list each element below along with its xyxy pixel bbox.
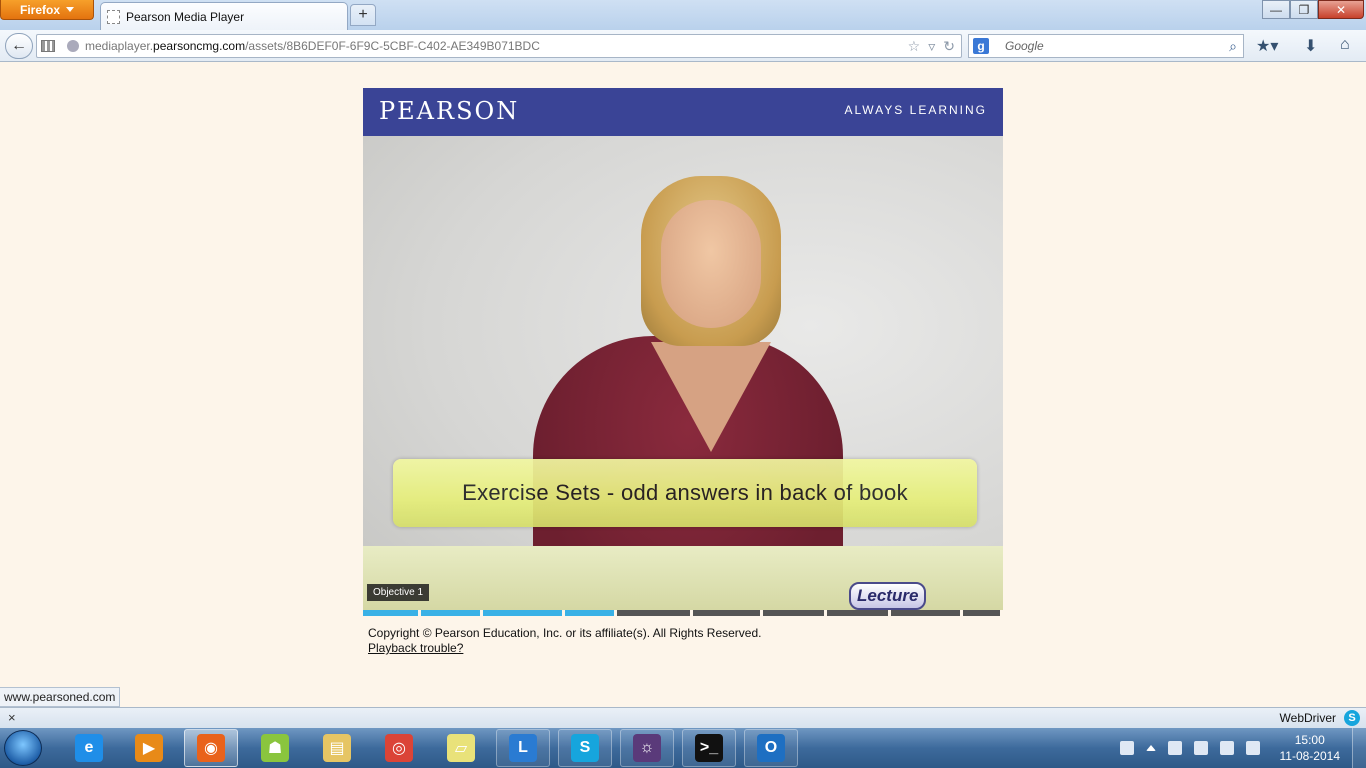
search-icon[interactable]: ⌕ — [1229, 38, 1237, 55]
internet-explorer-icon: e — [75, 734, 103, 762]
taskbar-button[interactable]: S — [558, 729, 612, 767]
progress-segment[interactable] — [565, 610, 617, 616]
media-player: PEARSON ALWAYS LEARNING Exercise Sets - … — [363, 88, 1003, 616]
url-bar-icons: ☆ ▿ ↻ — [908, 38, 955, 55]
taskbar-button[interactable]: ☼ — [620, 729, 674, 767]
downloads-icon[interactable]: ⬇ — [1304, 36, 1317, 56]
window-controls: — ❐ ✕ — [1262, 0, 1364, 20]
clock-time: 15:00 — [1294, 733, 1325, 747]
android-icon: ☗ — [261, 734, 289, 762]
java-ee-ide-icon: ☼ — [633, 734, 661, 762]
url-domain: pearsoncmg.com — [153, 39, 246, 53]
clock[interactable]: 15:00 11-08-2014 — [1280, 732, 1341, 764]
show-hidden-icons-icon[interactable] — [1146, 745, 1156, 751]
volume-icon[interactable] — [1246, 741, 1260, 755]
taskbar-button[interactable]: >_ — [682, 729, 736, 767]
taskbar-button[interactable]: e — [62, 729, 116, 767]
globe-icon[interactable] — [67, 40, 79, 52]
tab-title: Pearson Media Player — [126, 9, 245, 24]
firefox-menu-label: Firefox — [19, 2, 60, 17]
windows-taskbar: e ▶ ◉ ☗ ▤ ◎ ▱ L S ☼ >_ O 15:00 11-08-2014 — [0, 728, 1366, 768]
app-tabs-icon[interactable] — [41, 40, 55, 52]
url-bar[interactable]: mediaplayer.pearsoncmg.com/assets/8B6DEF… — [36, 34, 962, 58]
video-frame[interactable]: Exercise Sets - odd answers in back of b… — [363, 136, 1003, 610]
copyright-text: Copyright © Pearson Education, Inc. or i… — [368, 626, 762, 640]
caption-text: Exercise Sets - odd answers in back of b… — [462, 480, 908, 505]
navigation-toolbar: ← mediaplayer.pearsoncmg.com/assets/8B6D… — [0, 30, 1366, 62]
progress-segment[interactable] — [963, 610, 1003, 616]
bookmark-star-icon[interactable]: ☆ — [908, 38, 921, 55]
close-icon[interactable]: × — [8, 710, 16, 725]
url-path: /assets/8B6DEF0F-6F9C-5CBF-C402-AE349B07… — [245, 39, 540, 53]
arrow-left-icon: ← — [11, 37, 27, 54]
restore-icon[interactable]: ❐ — [1290, 0, 1318, 19]
home-icon[interactable]: ⌂ — [1340, 36, 1350, 54]
taskbar-button[interactable]: ▶ — [122, 729, 176, 767]
sticky-notes-icon: ▱ — [447, 734, 475, 762]
lecture-badge: Lecture — [849, 582, 927, 610]
taskbar-button[interactable]: ◎ — [372, 729, 426, 767]
chevron-down-icon — [66, 7, 74, 12]
progress-segment[interactable] — [483, 610, 565, 616]
pearson-header: PEARSON ALWAYS LEARNING — [363, 88, 1003, 136]
back-button[interactable]: ← — [5, 33, 33, 59]
start-button[interactable] — [4, 730, 42, 766]
flag-icon[interactable] — [1168, 741, 1182, 755]
caption-bar: Exercise Sets - odd answers in back of b… — [393, 459, 977, 527]
objective-label: Objective 1 — [367, 584, 430, 601]
keyboard-icon[interactable] — [1120, 741, 1134, 755]
bookmarks-menu-icon[interactable]: ★▾ — [1256, 36, 1278, 56]
command-prompt-icon: >_ — [695, 734, 723, 762]
close-icon[interactable]: ✕ — [1318, 0, 1364, 19]
progress-segment[interactable] — [891, 610, 963, 616]
status-link-preview: www.pearsoned.com — [0, 687, 121, 707]
taskbar-button[interactable]: ▱ — [434, 729, 488, 767]
taskbar-button[interactable]: L — [496, 729, 550, 767]
page-icon — [107, 9, 120, 24]
firefox-menu-button[interactable]: Firefox — [0, 0, 94, 20]
tab-pearson-media-player[interactable]: Pearson Media Player — [100, 2, 348, 30]
history-dropdown-icon[interactable]: ▿ — [928, 38, 935, 55]
system-tray — [1114, 728, 1266, 768]
taskbar-button[interactable]: O — [744, 729, 798, 767]
reload-icon[interactable]: ↻ — [943, 38, 955, 55]
url-prefix: mediaplayer. — [85, 39, 154, 53]
taskbar-button[interactable]: ☗ — [248, 729, 302, 767]
file-explorer-icon: ▤ — [323, 734, 351, 762]
chrome-icon: ◎ — [385, 734, 413, 762]
skype-icon: S — [571, 734, 599, 762]
taskbar-button[interactable]: ◉ — [184, 729, 238, 767]
tagline: ALWAYS LEARNING — [844, 103, 987, 117]
search-bar[interactable]: g Google ⌕ — [968, 34, 1244, 58]
pearson-logo: PEARSON — [379, 97, 520, 125]
video-progress-bar[interactable] — [363, 610, 1003, 616]
media-player-icon: ▶ — [135, 734, 163, 762]
progress-segment[interactable] — [421, 610, 483, 616]
outlook-icon: O — [757, 734, 785, 762]
url-text: mediaplayer.pearsoncmg.com/assets/8B6DEF… — [85, 39, 540, 53]
playback-trouble-link[interactable]: Playback trouble? — [368, 641, 463, 655]
presenter-image — [533, 176, 843, 610]
progress-segment[interactable] — [363, 610, 421, 616]
lync-icon: L — [509, 734, 537, 762]
addon-bar: × WebDriver S — [0, 707, 1366, 728]
minimize-icon[interactable]: — — [1262, 0, 1290, 19]
progress-segment[interactable] — [693, 610, 763, 616]
progress-segment[interactable] — [763, 610, 827, 616]
battery-icon[interactable] — [1194, 741, 1208, 755]
firefox-icon: ◉ — [197, 734, 225, 762]
progress-segment[interactable] — [827, 610, 891, 616]
taskbar-button[interactable]: ▤ — [310, 729, 364, 767]
new-tab-button[interactable]: + — [350, 4, 376, 26]
show-desktop-button[interactable] — [1352, 728, 1366, 768]
window-title-bar: Firefox Pearson Media Player + — ❐ ✕ — [0, 0, 1366, 30]
search-placeholder: Google — [1005, 39, 1044, 53]
clock-date: 11-08-2014 — [1279, 749, 1341, 763]
google-search-engine-icon[interactable]: g — [973, 38, 989, 54]
network-signal-icon[interactable] — [1220, 741, 1234, 755]
skype-icon[interactable]: S — [1344, 710, 1360, 726]
progress-segment[interactable] — [617, 610, 693, 616]
webdriver-label: WebDriver — [1279, 711, 1336, 725]
